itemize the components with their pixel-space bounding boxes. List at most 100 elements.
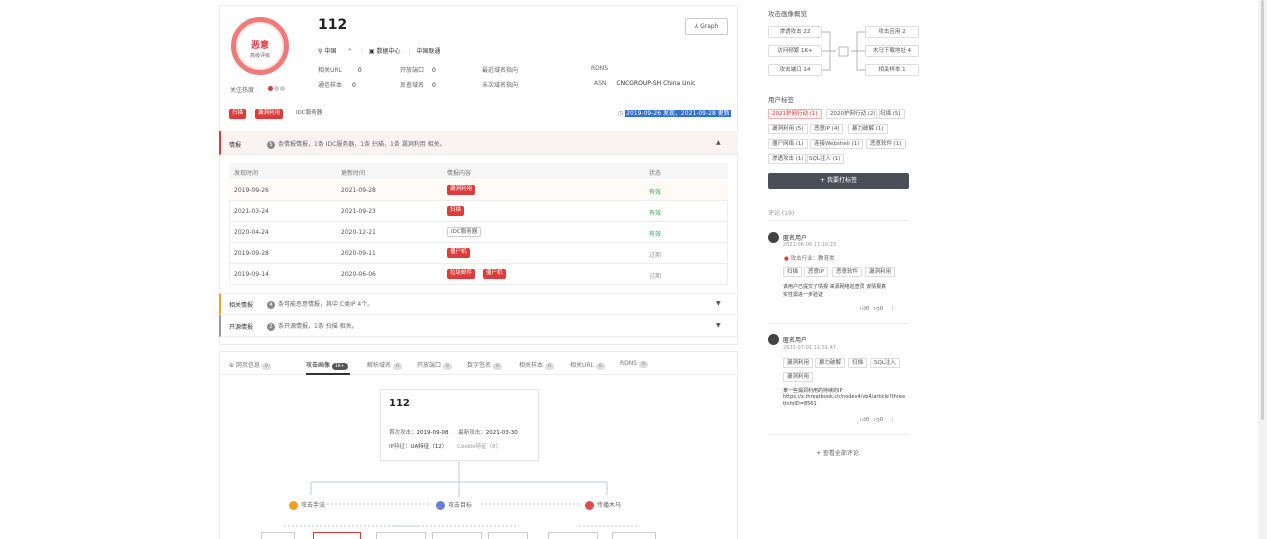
intel-tag[interactable]: 垃圾邮件	[447, 269, 476, 279]
graph-button[interactable]: ⅄ Graph	[685, 18, 728, 35]
tab-label: RDNS	[620, 360, 638, 367]
user-tag[interactable]: 恶意IP (4)	[810, 124, 844, 134]
globe-icon: ⊕	[229, 362, 236, 369]
expand-icon-opensrc[interactable]: ▼	[716, 322, 721, 329]
user-tag[interactable]: 2021护网行动 (1)	[768, 109, 822, 119]
comment-link[interactable]: https://x.threatbook.cn/nodev4/vb4/artic…	[783, 394, 905, 400]
intel-tag[interactable]: 扫描	[447, 206, 465, 216]
overview-item[interactable]: 渗透攻击 22	[768, 26, 822, 38]
intel-tag[interactable]: IDC服务器	[447, 227, 482, 237]
table-row: 2019-09-14 2020-06-06 垃圾邮件 僵尸机 过期	[229, 264, 728, 285]
comment-tag[interactable]: 扫描	[848, 358, 868, 368]
add-tag-button[interactable]: + 我要打标签	[768, 173, 909, 189]
user-tag[interactable]: 漏洞利用 (5)	[768, 124, 808, 134]
overview-title: 攻击画像概览	[768, 10, 807, 18]
comment-tag[interactable]: 漏洞利用	[783, 358, 814, 368]
tab-5[interactable]: 相关样本 0	[519, 360, 554, 370]
intel-tag[interactable]: 漏洞利用	[447, 185, 476, 195]
overview-item[interactable]: 攻击应用 2	[865, 26, 919, 38]
overview-item[interactable]: 木马下载地址 4	[865, 45, 919, 57]
comment-user: 匿名用户	[783, 337, 808, 344]
overview-item[interactable]: 相关样本 1	[865, 64, 919, 76]
profile-dates: 首次攻击：2019-09-08 最新攻击：2021-03-30	[389, 430, 518, 436]
intel-tag[interactable]: 僵尸机	[483, 269, 506, 279]
tab-count-badge: 0	[443, 363, 452, 370]
more-icon[interactable]: ⋮	[890, 417, 896, 423]
active-tab-underline	[306, 373, 350, 375]
tab-label: 攻击画像	[306, 362, 331, 369]
tab-count-badge: 0	[261, 363, 271, 370]
user-tag[interactable]: 暴力破解 (1)	[848, 124, 888, 134]
comment-text: 实性需进一步验证	[783, 292, 824, 298]
table-row: 2019-09-28 2020-09-11 僵尸机 过期	[229, 243, 728, 264]
comments-divider	[768, 323, 909, 324]
leaf-box	[548, 532, 598, 539]
cell-status: 过期	[649, 252, 662, 259]
user-tag[interactable]: 恶意软件 (1)	[866, 139, 906, 149]
avatar	[768, 232, 779, 243]
comment-tag[interactable]: 漏洞利用	[783, 372, 814, 382]
node-attack-method[interactable]: 攻击手法	[289, 500, 325, 510]
tab-count-badge: 0	[545, 363, 554, 370]
field-reverse: 反查域名 0	[400, 82, 436, 89]
scrollbar[interactable]	[1258, 0, 1267, 539]
user-tag[interactable]: 连接Webshell (1)	[810, 139, 864, 149]
tab-0[interactable]: ⊕ 网页信息 0	[229, 360, 271, 370]
comment-text: 某一些漏洞利用的持续的IP	[783, 388, 843, 394]
comment-link[interactable]: tInfoID=8561	[783, 401, 817, 407]
profile-features: IP特征：UA特征（12） Cookie特征（8）	[389, 444, 502, 450]
cell-updated: 2021-09-28	[341, 187, 376, 194]
tag-scan[interactable]: 扫描	[229, 109, 247, 119]
table-row: 2019-09-26 2021-09-28 漏洞利用 有效	[229, 180, 728, 201]
tag-idc[interactable]: IDC服务器	[293, 109, 326, 119]
comment-tag[interactable]: 恶意IP	[804, 267, 828, 277]
comments-title: 评论 (19)	[768, 210, 795, 217]
cell-updated: 2020-09-11	[341, 250, 376, 257]
comment-tag[interactable]: 暴力破解	[815, 358, 846, 368]
field-first-domain: 最近域名指向	[482, 67, 519, 74]
tab-count-badge: 0	[393, 363, 402, 370]
tab-4[interactable]: 数字签名 0	[467, 360, 502, 370]
cell-status: 有效	[649, 210, 662, 217]
hot-label: 关注热度	[230, 87, 255, 94]
tag-exploit[interactable]: 漏洞利用	[255, 109, 284, 119]
leaf-box	[432, 532, 482, 539]
risk-label: 恶意	[250, 41, 269, 51]
comment-tag[interactable]: 恶意软件	[832, 267, 863, 277]
field-open-port: 开放端口 0	[400, 67, 436, 74]
tab-3[interactable]: 开放端口 0	[417, 360, 452, 370]
node-trojan[interactable]: 传播木马	[585, 500, 621, 510]
leaf-box	[376, 532, 426, 539]
tab-label: 解析域名	[367, 362, 392, 369]
location-line: ⚲ 中国 " | ▣ 数据中心 | 中国联通	[318, 48, 441, 55]
node-attack-target[interactable]: 攻击目标	[436, 500, 472, 510]
user-tag[interactable]: 渗透攻击 (1)	[768, 154, 808, 164]
view-all-comments[interactable]: + 查看全部评论	[816, 448, 859, 457]
collapse-icon[interactable]: ▲	[716, 139, 721, 146]
user-tag[interactable]: SQL注入 (1)	[805, 154, 845, 164]
scrollbar-thumb[interactable]	[1261, 0, 1264, 420]
tab-6[interactable]: 相关URL 0	[570, 360, 605, 370]
tab-count-badge: 1K+	[332, 363, 348, 370]
comment-tag[interactable]: 漏洞利用	[865, 267, 896, 277]
intel-tag[interactable]: 僵尸机	[447, 248, 470, 258]
comment-tag[interactable]: SQL注入	[870, 358, 900, 368]
tab-1[interactable]: 攻击画像 1K+	[306, 360, 348, 370]
tab-count-badge: 0	[639, 361, 648, 368]
user-tag[interactable]: 扫描 (5)	[876, 109, 905, 119]
more-icon[interactable]: ⋮	[890, 306, 896, 312]
user-tag[interactable]: 2020护网行动 (2)	[826, 109, 880, 119]
overview-item[interactable]: 访问频繁 1K+	[768, 45, 822, 57]
user-tag[interactable]: 僵尸网络 (1)	[768, 139, 808, 149]
tab-label: 数字签名	[467, 362, 492, 369]
expand-icon-related[interactable]: ▼	[716, 300, 721, 307]
overview-item[interactable]: 攻击端口 14	[768, 64, 822, 76]
tab-7[interactable]: RDNS 0	[620, 360, 648, 368]
tab-2[interactable]: 解析域名 0	[367, 360, 402, 370]
cell-updated: 2020-12-21	[341, 229, 376, 236]
trojan-icon	[585, 501, 594, 510]
field-asn: ASN CNCGROUP-SH China Unic	[594, 80, 696, 87]
comment-time: 2021-06-06 17:10:23	[783, 242, 837, 248]
opensrc-title: 开源情报	[229, 324, 254, 331]
comment-tag[interactable]: 扫描	[783, 267, 803, 277]
